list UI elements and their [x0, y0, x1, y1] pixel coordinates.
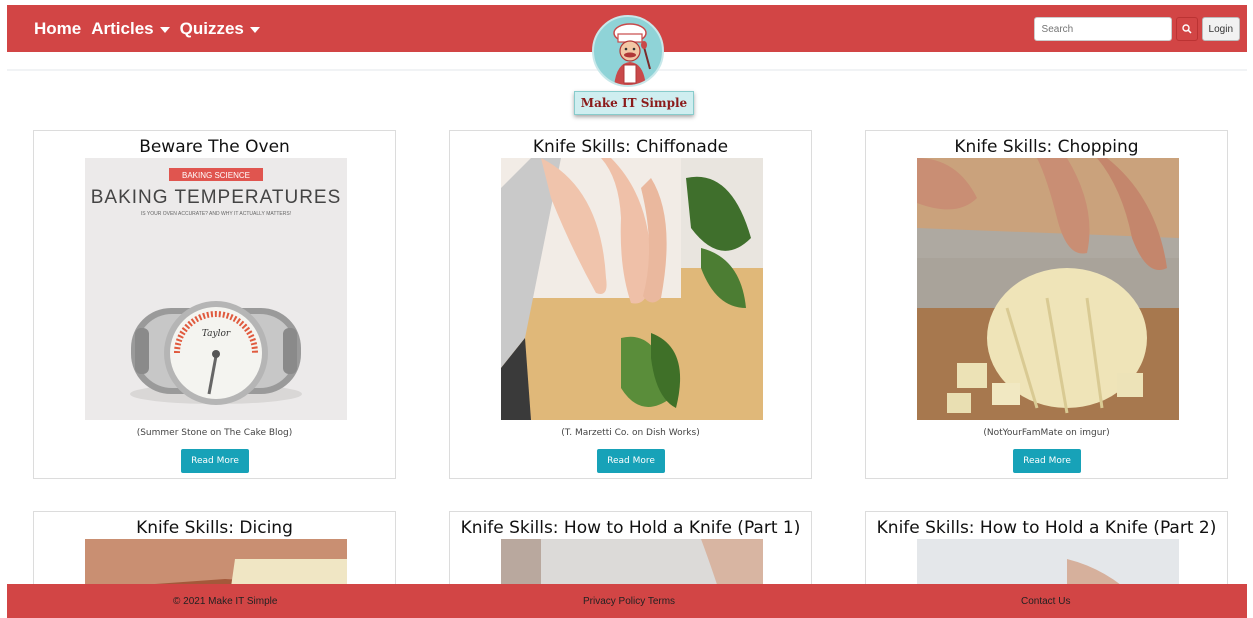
nav-articles-label: Articles	[91, 19, 154, 38]
search-input[interactable]	[1033, 17, 1172, 41]
article-card: Beware The Oven BAKING SCIENCE BAKING TE…	[33, 130, 396, 479]
image-tag: BAKING SCIENCE	[182, 171, 250, 180]
footer-copyright: © 2021 Make IT Simple	[173, 596, 278, 607]
login-label: Login	[1208, 23, 1233, 35]
card-title[interactable]: Knife Skills: Chiffonade	[450, 137, 811, 157]
caret-down-icon	[249, 27, 260, 33]
main-nav: Home Articles Quizzes	[34, 19, 260, 39]
card-credit: (T. Marzetti Co. on Dish Works)	[561, 428, 700, 438]
chef-icon	[592, 15, 664, 87]
card-title[interactable]: Knife Skills: How to Hold a Knife (Part …	[450, 518, 811, 538]
logo-text: Make IT Simple	[580, 96, 688, 110]
search-button[interactable]	[1175, 17, 1198, 41]
caret-down-icon	[159, 27, 170, 33]
footer-contact-link[interactable]: Contact Us	[1021, 596, 1070, 607]
nav-articles-dropdown[interactable]: Articles	[91, 19, 170, 39]
card-image-chiffonade[interactable]	[501, 158, 763, 420]
site-logo[interactable]: Make IT Simple	[568, 13, 698, 115]
footer: © 2021 Make IT Simple Privacy Policy Ter…	[7, 584, 1247, 618]
footer-privacy-terms-link[interactable]: Privacy Policy Terms	[583, 596, 675, 607]
read-more-button[interactable]: Read More	[1013, 449, 1081, 473]
card-image-chopping-onion[interactable]	[917, 158, 1179, 420]
search-icon	[1181, 24, 1192, 34]
image-headline: BAKING TEMPERATURES	[91, 187, 342, 208]
read-more-button[interactable]: Read More	[597, 449, 665, 473]
article-card: Knife Skills: Chopping (NotYourFamMate o…	[865, 130, 1228, 479]
logo-banner: Make IT Simple	[574, 91, 694, 115]
nav-quizzes-dropdown[interactable]: Quizzes	[180, 19, 260, 39]
image-subheadline: IS YOUR OVEN ACCURATE? AND WHY IT ACTUAL…	[141, 211, 291, 217]
read-more-button[interactable]: Read More	[181, 449, 249, 473]
search-form: Login	[1033, 17, 1240, 41]
nav-quizzes-label: Quizzes	[179, 19, 244, 38]
card-title[interactable]: Beware The Oven	[34, 137, 395, 157]
svg-text:Taylor: Taylor	[202, 329, 231, 339]
card-credit: (Summer Stone on The Cake Blog)	[136, 428, 293, 438]
card-credit: (NotYourFamMate on imgur)	[983, 428, 1110, 438]
card-image-oven-thermometer[interactable]: BAKING SCIENCE BAKING TEMPERATURES IS YO…	[85, 158, 347, 420]
card-title[interactable]: Knife Skills: Chopping	[866, 137, 1227, 157]
card-title[interactable]: Knife Skills: Dicing	[34, 518, 395, 538]
nav-home-label: Home	[34, 19, 82, 38]
page: Home Articles Quizzes Login	[7, 5, 1247, 618]
card-title[interactable]: Knife Skills: How to Hold a Knife (Part …	[866, 518, 1227, 538]
nav-home[interactable]: Home	[34, 19, 81, 39]
login-button[interactable]: Login	[1201, 17, 1240, 41]
article-card: Knife Skills: Chiffonade (T. Marzetti Co…	[449, 130, 812, 479]
